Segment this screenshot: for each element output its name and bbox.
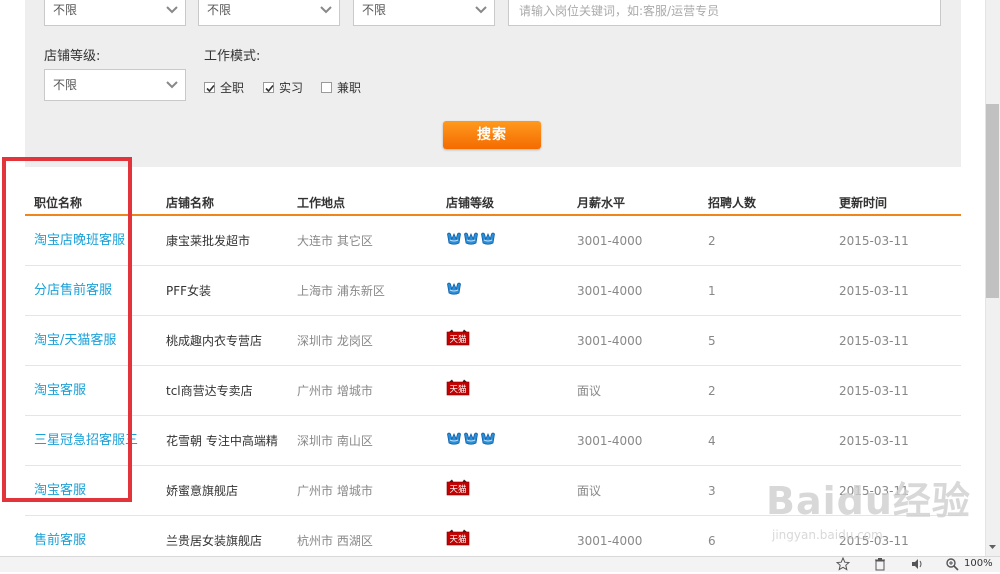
work-mode-intern-label: 实习 — [279, 81, 304, 95]
checkbox-unchecked-icon — [321, 82, 332, 93]
headcount: 2 — [708, 234, 716, 248]
shop-level — [446, 416, 566, 466]
update-date: 2015-03-11 — [839, 384, 909, 398]
headcount: 4 — [708, 434, 716, 448]
headcount: 3 — [708, 484, 716, 498]
checkbox-checked-icon — [204, 82, 215, 93]
watermark-subtext: jingyan.baidu.com — [772, 528, 883, 542]
speaker-icon[interactable] — [910, 557, 924, 573]
update-date: 2015-03-11 — [839, 234, 909, 248]
work-location: 上海市 浦东新区 — [297, 284, 385, 298]
filter-select-3-value: 不限 — [362, 3, 387, 17]
table-row: 分店售前客服 PFF女装 上海市 浦东新区 3001-4000 1 2015-03-11 — [25, 266, 961, 316]
svg-text:天猫: 天猫 — [449, 334, 467, 345]
chevron-down-icon — [474, 0, 488, 25]
zoom-level[interactable]: 100% — [964, 558, 993, 569]
keyword-input[interactable]: 请输入岗位关键词，如:客服/运营专员 — [508, 0, 941, 26]
headcount: 5 — [708, 334, 716, 348]
shop-level-value: 不限 — [53, 78, 78, 92]
chevron-down-icon — [165, 0, 179, 25]
shop-level — [446, 216, 566, 266]
work-location: 深圳市 南山区 — [297, 434, 373, 448]
filter-select-2-value: 不限 — [207, 3, 232, 17]
shop-name: 花雪朝 专注中高端精 — [166, 434, 278, 448]
salary: 3001-4000 — [577, 334, 643, 348]
shop-name: PFF女装 — [166, 284, 212, 298]
baidu-watermark: Baidu经验 jingyan.baidu.com — [766, 462, 981, 552]
shop-level: 天猫 — [446, 316, 566, 366]
crown-icon — [480, 217, 496, 267]
scrollbar-thumb[interactable] — [986, 104, 999, 298]
filter-select-2[interactable]: 不限 — [198, 0, 340, 26]
crown-icon — [446, 417, 462, 467]
filter-select-3[interactable]: 不限 — [353, 0, 495, 26]
shop-level: 天猫 — [446, 366, 566, 416]
header-shop-name: 店铺名称 — [166, 196, 215, 210]
update-date: 2015-03-11 — [839, 284, 909, 298]
update-date: 2015-03-11 — [839, 334, 909, 348]
recycle-bin-icon[interactable] — [874, 557, 886, 573]
filter-select-1[interactable]: 不限 — [44, 0, 186, 26]
work-location: 大连市 其它区 — [297, 234, 373, 248]
work-location: 广州市 增城市 — [297, 384, 373, 398]
keyword-placeholder: 请输入岗位关键词，如:客服/运营专员 — [519, 4, 720, 18]
scroll-down-arrow-icon[interactable] — [986, 540, 999, 554]
svg-text:天猫: 天猫 — [449, 484, 467, 495]
crown-icon — [463, 417, 479, 467]
shop-level-label: 店铺等级: — [44, 49, 101, 64]
svg-text:天猫: 天猫 — [449, 534, 467, 545]
checkbox-checked-icon — [263, 82, 274, 93]
salary: 3001-4000 — [577, 284, 643, 298]
work-location: 深圳市 龙岗区 — [297, 334, 373, 348]
header-location: 工作地点 — [297, 196, 346, 210]
shop-name: tcl商营达专卖店 — [166, 384, 253, 398]
svg-text:天猫: 天猫 — [449, 384, 467, 395]
table-row: 淘宝店晚班客服 康宝莱批发超市 大连市 其它区 3001-4000 2 2015-03-1… — [25, 216, 961, 266]
filter-select-1-value: 不限 — [53, 3, 78, 17]
header-salary: 月薪水平 — [577, 196, 626, 210]
chevron-down-icon — [165, 70, 179, 100]
update-date: 2015-03-11 — [839, 434, 909, 448]
work-mode-label: 工作模式: — [204, 49, 261, 64]
headcount: 1 — [708, 284, 716, 298]
favorites-star-icon[interactable] — [835, 556, 851, 573]
work-mode-fulltime-checkbox[interactable]: 全职 — [204, 79, 244, 96]
shop-name: 康宝莱批发超市 — [166, 234, 251, 248]
zoom-icon[interactable] — [945, 557, 959, 573]
header-headcount: 招聘人数 — [708, 196, 757, 210]
work-mode-intern-checkbox[interactable]: 实习 — [263, 79, 303, 96]
search-button[interactable]: 搜索 — [443, 121, 541, 149]
salary: 面议 — [577, 384, 602, 398]
salary: 面议 — [577, 484, 602, 498]
highlight-annotation-box — [2, 157, 132, 502]
table-row: 三星冠急招客服三 花雪朝 专注中高端精 深圳市 南山区 3001-4000 4 2015-… — [25, 416, 961, 466]
tmall-badge-icon: 天猫 — [446, 317, 470, 367]
tmall-badge-icon: 天猫 — [446, 367, 470, 417]
crown-icon — [446, 217, 462, 267]
crown-icon — [463, 217, 479, 267]
chevron-down-icon — [319, 0, 333, 25]
salary: 3001-4000 — [577, 234, 643, 248]
shop-name: 桃成趣内衣专营店 — [166, 334, 263, 348]
shop-level-select[interactable]: 不限 — [44, 69, 186, 101]
shop-name: 娇蜜意旗舰店 — [166, 484, 239, 498]
table-row: 淘宝客服 tcl商营达专卖店 广州市 增城市 天猫 面议 2 2015-03-11 — [25, 366, 961, 416]
headcount: 2 — [708, 384, 716, 398]
watermark-text: Baidu经验 — [766, 479, 971, 523]
crown-icon — [480, 417, 496, 467]
shop-level: 天猫 — [446, 466, 566, 516]
browser-status-bar: 100% — [0, 556, 1000, 572]
header-update-time: 更新时间 — [839, 196, 888, 210]
work-mode-parttime-checkbox[interactable]: 兼职 — [321, 79, 361, 96]
salary: 3001-4000 — [577, 434, 643, 448]
shop-level — [446, 266, 566, 316]
work-mode-parttime-label: 兼职 — [337, 81, 362, 95]
tmall-badge-icon: 天猫 — [446, 467, 470, 517]
crown-icon — [446, 267, 462, 317]
work-location: 广州市 增城市 — [297, 484, 373, 498]
work-mode-fulltime-label: 全职 — [220, 81, 245, 95]
header-shop-level: 店铺等级 — [446, 196, 495, 210]
table-row: 淘宝/天猫客服 桃成趣内衣专营店 深圳市 龙岗区 天猫 3001-4000 5 2015-0… — [25, 316, 961, 366]
